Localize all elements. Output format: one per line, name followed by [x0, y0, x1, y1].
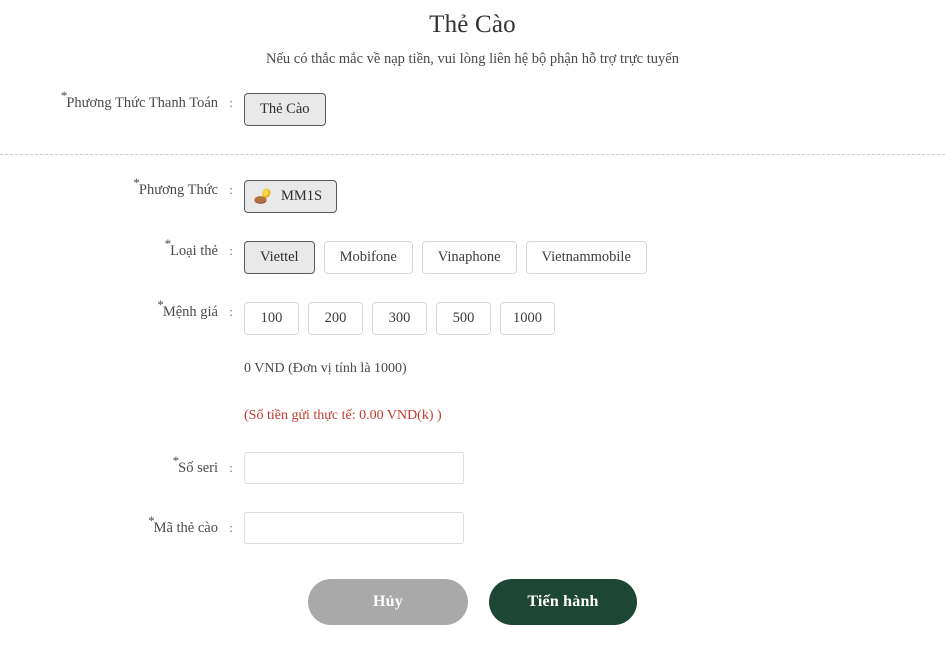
denomination-option-300[interactable]: 300 — [372, 302, 427, 335]
row-denomination: *Mệnh giá : 100 200 300 500 1000 0 VND (… — [0, 298, 945, 426]
row-card-code: *Mã thẻ cào : — [0, 512, 945, 544]
colon-card-type: : — [229, 243, 233, 258]
label-payment-method: *Phương Thức Thanh Toán — [0, 89, 218, 113]
cancel-button[interactable]: Hủy — [308, 579, 468, 625]
colon-denomination: : — [229, 304, 233, 319]
page-subtitle: Nếu có thắc mắc về nạp tiền, vui lòng li… — [266, 51, 679, 67]
field-denomination: 100 200 300 500 1000 0 VND (Đơn vị tính … — [244, 302, 945, 426]
colon-card-code: : — [229, 520, 233, 535]
row-card-type: *Loại thẻ : Viettel Mobifone Vinaphone V… — [0, 237, 945, 274]
label-card-code-text: Mã thẻ cào — [153, 520, 218, 536]
label-method: *Phương Thức — [0, 176, 218, 200]
label-payment-method-text: Phương Thức Thanh Toán — [66, 95, 218, 111]
field-payment-method: Thẻ Cào — [244, 93, 945, 126]
label-method-text: Phương Thức — [138, 182, 218, 198]
row-serial: *Số seri : — [0, 452, 945, 484]
page-title: Thẻ Cào — [429, 11, 516, 38]
label-denomination-text: Mệnh giá — [162, 304, 218, 320]
row-method: *Phương Thức : MM1S — [0, 176, 945, 213]
card-code-input[interactable] — [244, 512, 464, 544]
label-card-code: *Mã thẻ cào — [0, 514, 218, 538]
label-card-type: *Loại thẻ — [0, 237, 218, 261]
colon-method: : — [229, 182, 233, 197]
field-serial — [244, 452, 945, 484]
field-card-type: Viettel Mobifone Vinaphone Vietnammobile — [244, 241, 945, 274]
required-asterisk: * — [60, 88, 68, 104]
actual-amount-warning: (Số tiền gửi thực tế: 0.00 VND(k) ) — [244, 408, 442, 423]
colon-payment-method: : — [229, 95, 233, 110]
required-asterisk: * — [164, 236, 172, 252]
row-payment-method: *Phương Thức Thanh Toán : Thẻ Cào — [0, 89, 945, 126]
card-type-option-vietnammobile[interactable]: Vietnammobile — [525, 241, 647, 274]
denomination-option-100[interactable]: 100 — [244, 302, 299, 335]
required-asterisk: * — [148, 513, 155, 529]
payment-method-option-the-cao[interactable]: Thẻ Cào — [244, 93, 326, 126]
field-method: MM1S — [244, 180, 945, 213]
label-serial-text: Số seri — [178, 460, 218, 476]
denomination-option-200[interactable]: 200 — [308, 302, 363, 335]
section-divider — [0, 154, 945, 155]
coin-icon — [254, 188, 273, 205]
colon-serial: : — [229, 460, 233, 475]
required-asterisk: * — [157, 297, 164, 313]
denomination-option-500[interactable]: 500 — [436, 302, 491, 335]
denomination-option-1000[interactable]: 1000 — [500, 302, 555, 335]
card-type-option-mobifone[interactable]: Mobifone — [323, 241, 413, 274]
field-card-code — [244, 512, 945, 544]
label-card-type-text: Loại thẻ — [170, 243, 218, 259]
card-type-option-viettel[interactable]: Viettel — [244, 241, 315, 274]
submit-button[interactable]: Tiến hành — [489, 579, 637, 625]
required-asterisk: * — [172, 453, 180, 469]
form-actions: Hủy Tiến hành — [0, 579, 945, 625]
denomination-hint: 0 VND (Đơn vị tính là 1000) — [244, 361, 407, 376]
method-option-mm1s[interactable]: MM1S — [244, 180, 338, 213]
method-option-mm1s-label: MM1S — [281, 188, 323, 204]
required-asterisk: * — [133, 175, 140, 191]
label-denomination: *Mệnh giá — [0, 298, 218, 322]
label-serial: *Số seri — [0, 454, 218, 478]
card-type-option-vinaphone[interactable]: Vinaphone — [421, 241, 517, 274]
serial-input[interactable] — [244, 452, 464, 484]
